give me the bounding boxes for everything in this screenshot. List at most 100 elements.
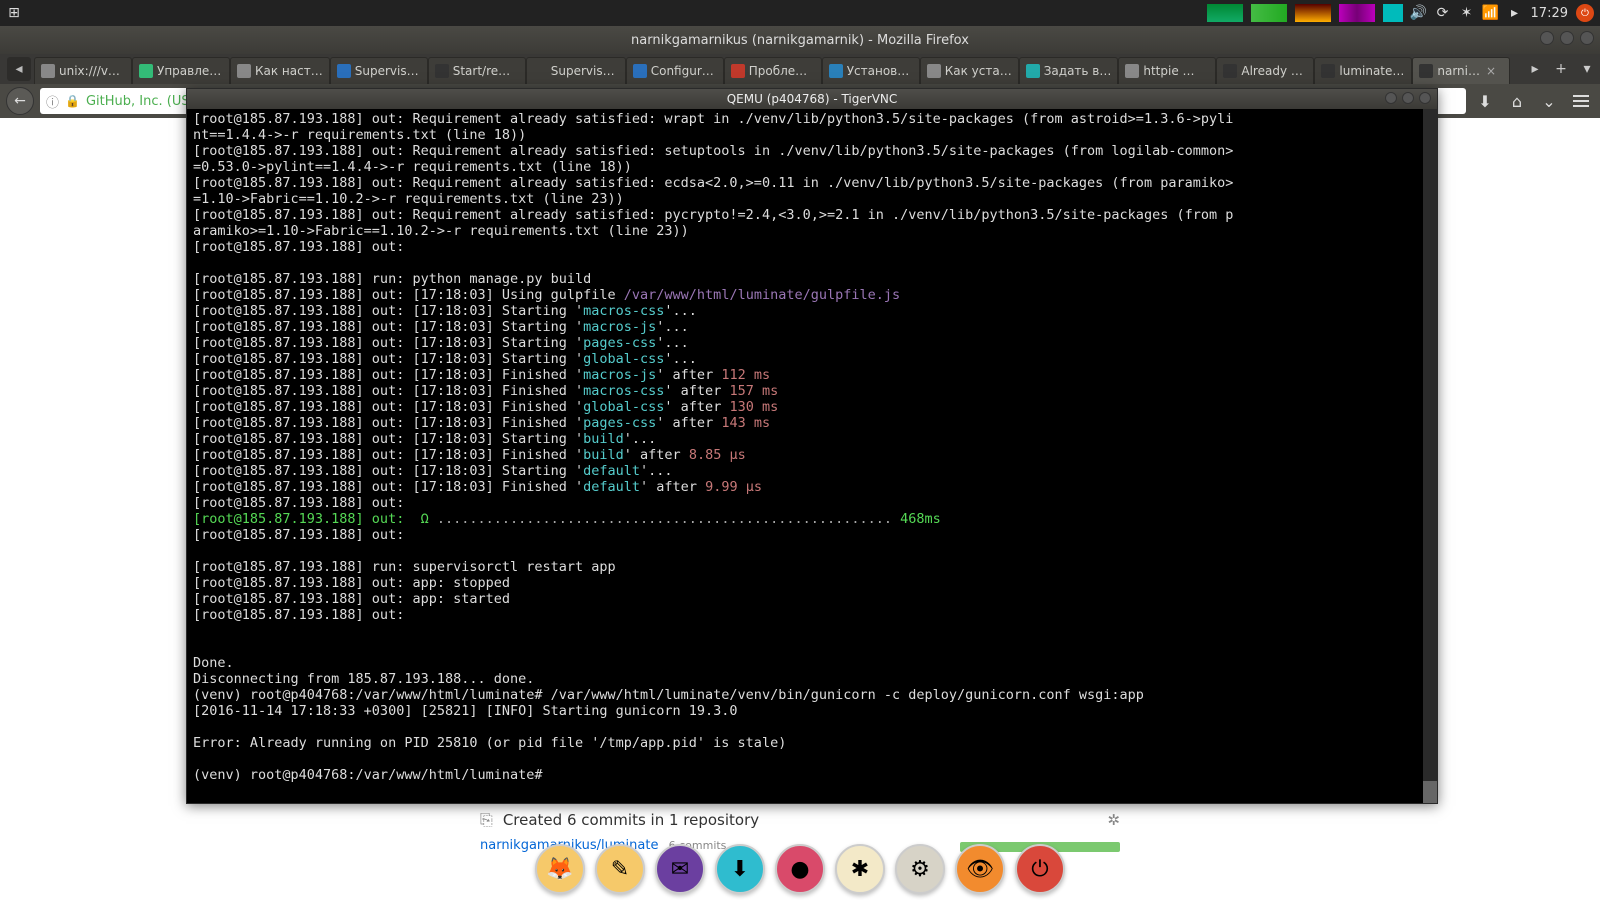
back-button[interactable]: ← (6, 87, 34, 115)
dock-app-firefox[interactable]: 🦊 (535, 844, 585, 894)
browser-tab[interactable]: Supervis… (330, 57, 428, 84)
dock-app-settings[interactable]: ⚙ (895, 844, 945, 894)
dock-app-pencil[interactable]: ✎ (595, 844, 645, 894)
tab-label: Already … (1241, 64, 1302, 78)
settings-icon[interactable]: ✶ (1459, 5, 1475, 21)
tab-favicon (1223, 64, 1237, 78)
dock-app-eye[interactable]: 👁 (955, 844, 1005, 894)
updates-icon[interactable]: ⟳ (1435, 5, 1451, 21)
tab-favicon (533, 64, 547, 78)
contribution-text: Created 6 commits in 1 repository (503, 811, 759, 829)
tray-net-graph[interactable] (1295, 4, 1331, 22)
power-icon[interactable]: ⏻ (1576, 4, 1594, 22)
vnc-titlebar: QEMU (p404768) - TigerVNC (187, 89, 1437, 109)
browser-tab[interactable]: Start/re… (428, 57, 526, 84)
vnc-minimize-button[interactable] (1385, 92, 1397, 104)
dock-app-mail[interactable]: ✉ (655, 844, 705, 894)
tab-favicon (1321, 64, 1335, 78)
clock[interactable]: 17:29 (1531, 6, 1568, 21)
contribution-summary: ⎘ Created 6 commits in 1 repository ✲ (480, 810, 1120, 830)
contribution-settings-icon[interactable]: ✲ (1107, 811, 1120, 829)
vnc-maximize-button[interactable] (1402, 92, 1414, 104)
tab-label: Supervisor: … (551, 64, 619, 78)
browser-tab[interactable]: Configur… (626, 57, 724, 84)
home-icon[interactable]: ⌂ (1504, 88, 1530, 114)
terminal-tray-icon[interactable]: ▸ (1507, 5, 1523, 21)
dock-app-record[interactable]: ● (775, 844, 825, 894)
browser-tab[interactable]: Already … (1216, 57, 1314, 84)
browser-tab[interactable]: httpie … (1118, 57, 1216, 84)
dock-app-slack[interactable]: ✱ (835, 844, 885, 894)
tab-scroll-right[interactable]: ▸ (1522, 54, 1548, 84)
tab-label: Start/re… (453, 64, 510, 78)
tab-label: Supervis… (355, 64, 419, 78)
vnc-title-text: QEMU (p404768) - TigerVNC (727, 92, 898, 106)
tab-scroll-left[interactable]: ◂ (7, 57, 31, 81)
tab-label: Как уста… (945, 64, 1012, 78)
tray-mem-graph[interactable] (1251, 4, 1287, 22)
tray-disk-graph[interactable] (1339, 4, 1375, 22)
tray-cpu-graph[interactable] (1207, 4, 1243, 22)
tab-favicon (435, 64, 449, 78)
tab-label: Configur… (651, 64, 714, 78)
tab-favicon (41, 64, 55, 78)
wifi-icon[interactable]: 📶 (1483, 5, 1499, 21)
browser-tab[interactable]: Как наст… (230, 57, 330, 84)
info-icon[interactable]: ⓘ (46, 92, 59, 111)
maximize-button[interactable] (1560, 31, 1574, 45)
browser-tab[interactable]: Supervisor: … (526, 57, 626, 84)
url-identity: GitHub, Inc. (US) (86, 94, 195, 109)
browser-tab[interactable]: Как уста… (920, 57, 1019, 84)
tab-favicon (237, 64, 251, 78)
tab-label: luminate… (1339, 64, 1404, 78)
tab-label: httpie … (1143, 64, 1194, 78)
tab-favicon (829, 64, 843, 78)
volume-icon[interactable]: 🔊 (1411, 5, 1427, 21)
close-button[interactable] (1580, 31, 1594, 45)
tab-label: Задать в… (1044, 64, 1112, 78)
tray-swap-graph[interactable] (1383, 4, 1403, 22)
browser-tab[interactable]: unix:///v… (34, 57, 132, 84)
repo-list-icon: ⎘ (480, 810, 493, 830)
vnc-close-button[interactable] (1419, 92, 1431, 104)
browser-tab[interactable]: luminate… (1314, 57, 1412, 84)
terminal-scrollbar[interactable] (1423, 109, 1437, 803)
terminal-scrollthumb[interactable] (1423, 781, 1437, 803)
browser-tab[interactable]: Задать в… (1019, 57, 1119, 84)
dock: 🦊✎✉⬇●✱⚙👁⏻ (535, 844, 1065, 894)
hamburger-menu[interactable] (1568, 88, 1594, 114)
browser-tab[interactable]: Установ… (822, 57, 920, 84)
tab-favicon (1125, 64, 1139, 78)
window-title: narnikgamarnikus (narnikgamarnik) - Mozi… (631, 33, 969, 48)
tab-label: unix:///v… (59, 64, 120, 78)
tab-strip: ◂ unix:///v… Управле… Как наст… Supervis… St… (0, 54, 1600, 84)
minimize-button[interactable] (1540, 31, 1554, 45)
new-tab-button[interactable]: + (1548, 54, 1574, 84)
tab-favicon (337, 64, 351, 78)
vnc-window: QEMU (p404768) - TigerVNC [root@185.87.1… (186, 88, 1438, 804)
tab-favicon (1026, 64, 1040, 78)
pocket-icon[interactable]: ⌄ (1536, 88, 1562, 114)
system-panel: ⊞ 🔊 ⟳ ✶ 📶 ▸ 17:29 ⏻ (0, 0, 1600, 26)
browser-tab[interactable]: Пробле… (724, 57, 822, 84)
tab-favicon (731, 64, 745, 78)
tab-close-icon[interactable]: × (1486, 64, 1496, 78)
tab-label: Управле… (157, 64, 221, 78)
tab-label: narni… (1437, 64, 1480, 78)
tabs-menu-button[interactable]: ▾ (1574, 54, 1600, 84)
tab-favicon (139, 64, 153, 78)
browser-tab[interactable]: narni… × (1412, 57, 1510, 84)
app-menu-icon[interactable]: ⊞ (6, 5, 22, 21)
tab-label: Пробле… (749, 64, 807, 78)
dock-app-download[interactable]: ⬇ (715, 844, 765, 894)
firefox-titlebar: narnikgamarnikus (narnikgamarnik) - Mozi… (0, 26, 1600, 54)
tab-label: Как наст… (255, 64, 323, 78)
dock-app-power[interactable]: ⏻ (1015, 844, 1065, 894)
lock-icon: 🔒 (65, 94, 80, 108)
downloads-icon[interactable]: ⬇ (1472, 88, 1498, 114)
browser-tab[interactable]: Управле… (132, 57, 230, 84)
tab-favicon (927, 64, 941, 78)
tab-favicon (633, 64, 647, 78)
terminal[interactable]: [root@185.87.193.188] out: Requirement a… (187, 109, 1437, 803)
tab-favicon (1419, 64, 1433, 78)
